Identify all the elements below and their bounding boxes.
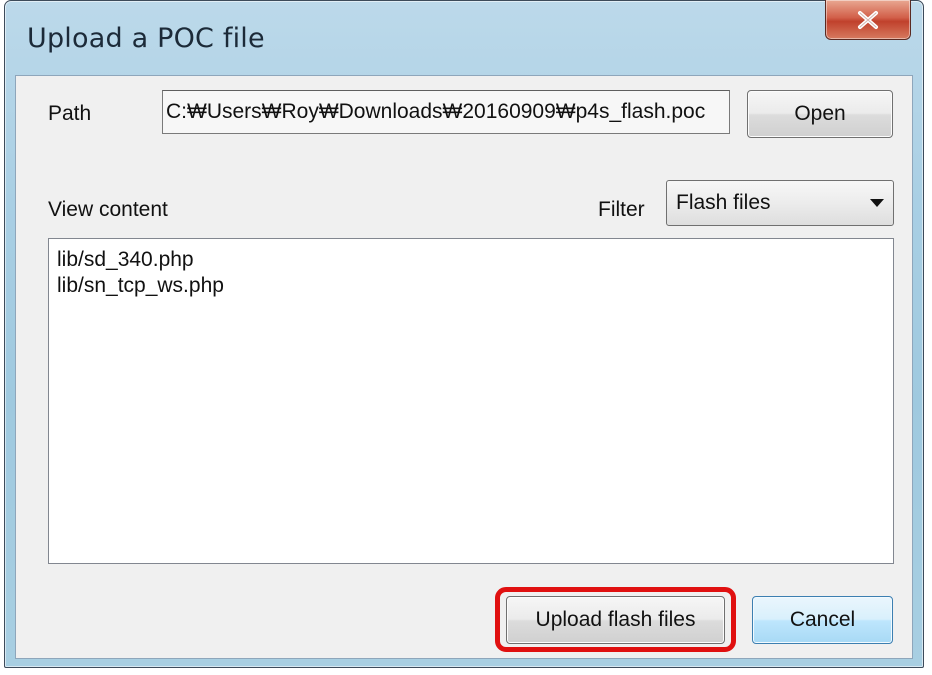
filter-selected-value: Flash files: [676, 191, 771, 214]
filter-dropdown[interactable]: Flash files: [666, 180, 894, 226]
path-field[interactable]: C:₩Users₩Roy₩Downloads₩20160909₩p4s_flas…: [162, 90, 730, 134]
view-content-label: View content: [48, 198, 168, 221]
upload-poc-dialog: Upload a POC file Path C:₩Users₩Roy₩Down…: [4, 0, 924, 668]
content-list[interactable]: lib/sd_340.php lib/sn_tcp_ws.php: [48, 238, 894, 564]
chevron-down-icon: [870, 199, 884, 207]
close-button[interactable]: [825, 0, 911, 40]
window-title: Upload a POC file: [27, 23, 265, 54]
close-icon: [858, 10, 878, 29]
cancel-button[interactable]: Cancel: [752, 596, 893, 644]
open-button[interactable]: Open: [747, 90, 893, 138]
title-bar[interactable]: Upload a POC file: [5, 0, 923, 75]
upload-flash-files-button[interactable]: Upload flash files: [506, 596, 725, 644]
filter-label: Filter: [598, 198, 645, 221]
dialog-body: Path C:₩Users₩Roy₩Downloads₩20160909₩p4s…: [15, 75, 913, 659]
list-item[interactable]: lib/sd_340.php: [57, 247, 893, 273]
path-label: Path: [48, 102, 92, 125]
list-item[interactable]: lib/sn_tcp_ws.php: [57, 273, 893, 299]
